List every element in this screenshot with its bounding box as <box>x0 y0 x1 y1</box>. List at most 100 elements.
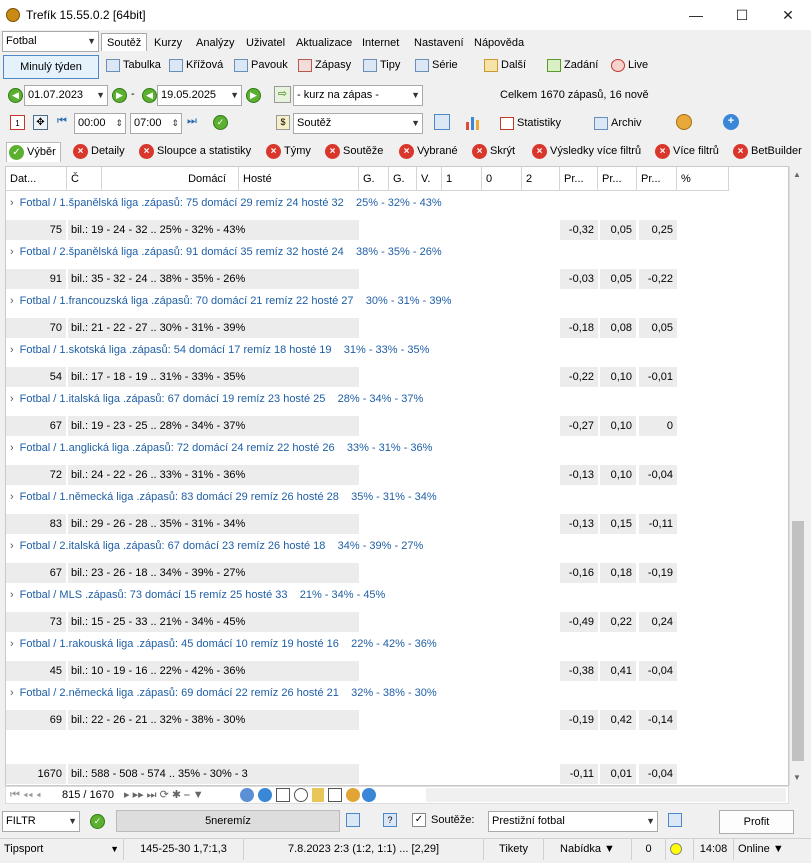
chevron-right-icon[interactable]: › <box>10 687 14 699</box>
tipy-button[interactable]: Tipy <box>363 55 400 75</box>
minimize-icon[interactable]: — <box>673 0 719 30</box>
menu-aktualizace[interactable]: Aktualizace <box>290 33 358 51</box>
tab-vice-filtru[interactable]: × Více filtrů <box>653 142 719 162</box>
expand-all-icon[interactable] <box>276 788 290 802</box>
menu-internet[interactable]: Internet <box>356 33 405 51</box>
chevron-right-icon[interactable]: › <box>10 197 14 209</box>
tabulka-button[interactable]: Tabulka <box>106 55 161 75</box>
filter-help-icon[interactable]: ? <box>383 813 397 827</box>
expand-icon[interactable]: ✥ <box>33 115 48 130</box>
menu-nastaveni[interactable]: Nastavení <box>408 33 470 51</box>
column-header-goals-home[interactable]: G. <box>359 167 389 191</box>
last-week-button[interactable]: Minulý týden <box>3 55 99 79</box>
column-header-home[interactable]: Domácí <box>102 167 239 191</box>
chevron-right-icon[interactable]: › <box>10 638 14 650</box>
filter-select[interactable]: FILTR ▼ <box>2 811 80 832</box>
scroll-thumb[interactable] <box>792 521 804 761</box>
chevron-right-icon[interactable]: › <box>10 393 14 405</box>
time-to-field[interactable]: 07:00 ⇕ <box>130 113 182 134</box>
vertical-scrollbar[interactable]: ▲ ▼ <box>789 166 806 786</box>
filter-name-button[interactable]: 5neremíz <box>116 810 340 832</box>
profit-button[interactable]: Profit <box>719 810 794 834</box>
time-from-field[interactable]: 00:00 ⇕ <box>74 113 126 134</box>
column-header-percent[interactable]: % <box>677 167 729 191</box>
menu-napoveda[interactable]: Nápověda <box>468 33 530 51</box>
serie-button[interactable]: Série <box>415 55 458 75</box>
filter-apply-icon[interactable] <box>346 813 360 827</box>
chevron-right-icon[interactable]: › <box>10 246 14 258</box>
spin-icon[interactable]: ⇕ <box>115 114 123 133</box>
date-prev-icon[interactable]: ◀ <box>8 88 23 103</box>
date-from-field[interactable]: 01.07.2023 ▼ <box>24 85 108 106</box>
confirm-time-icon[interactable]: ✓ <box>213 115 228 130</box>
spin-icon[interactable]: ⇕ <box>171 114 179 133</box>
scroll-down-icon[interactable]: ▼ <box>793 773 801 782</box>
souteze-apply-icon[interactable] <box>668 813 682 827</box>
skip-start-icon[interactable]: ⏮ <box>57 115 71 130</box>
column-header-pr3[interactable]: Pr... <box>637 167 677 191</box>
chevron-right-icon[interactable]: › <box>10 540 14 552</box>
sport-select[interactable]: Fotbal ▼ <box>2 31 99 52</box>
tab-vyber[interactable]: ✓ Výběr <box>6 142 61 162</box>
date-to-prev-icon[interactable]: ◀ <box>142 88 157 103</box>
chevron-right-icon[interactable]: › <box>10 491 14 503</box>
zapasy-button[interactable]: Zápasy <box>298 55 351 75</box>
menu-kurzy[interactable]: Kurzy <box>148 33 188 51</box>
group-row[interactable]: › Fotbal / 1.rakouská liga .zápasů: 45 do… <box>6 633 788 655</box>
odds-select[interactable]: - kurz na zápas - ▼ <box>293 85 423 106</box>
group-row[interactable]: › Fotbal / 1.italská liga .zápasů: 67 dom… <box>6 388 788 410</box>
chevron-right-icon[interactable]: › <box>10 442 14 454</box>
help-icon[interactable] <box>362 788 376 802</box>
filter-ok-icon[interactable]: ✓ <box>90 814 105 829</box>
online-button[interactable]: Online ▼ <box>734 839 811 860</box>
plus-icon[interactable]: + <box>723 114 739 130</box>
apply-odds-icon[interactable]: ⇨ <box>274 86 291 103</box>
pavouk-button[interactable]: Pavouk <box>234 55 288 75</box>
tab-betbuilder[interactable]: × BetBuilder <box>731 142 802 162</box>
date-to-next-icon[interactable]: ▶ <box>246 88 261 103</box>
archive-button[interactable]: Archiv <box>594 113 642 133</box>
tab-sloupce[interactable]: × Sloupce a statistiky <box>137 142 251 162</box>
chevron-right-icon[interactable]: › <box>10 344 14 356</box>
group-row[interactable]: › Fotbal / 2.italská liga .zápasů: 67 dom… <box>6 535 788 557</box>
competition-select[interactable]: Soutěž ▼ <box>293 113 423 134</box>
statistics-button[interactable]: Statistiky <box>500 113 561 133</box>
souteze-checkbox[interactable]: ✓ <box>412 813 426 827</box>
calendar-today-icon[interactable]: 1 <box>10 115 25 130</box>
column-header-odds-0[interactable]: 0 <box>482 167 522 191</box>
column-header-goals-away[interactable]: G. <box>389 167 417 191</box>
gear-icon[interactable] <box>294 788 308 802</box>
tab-skryt[interactable]: × Skrýt <box>470 142 515 162</box>
money-icon[interactable] <box>346 788 360 802</box>
coins-icon[interactable] <box>676 114 692 130</box>
group-row[interactable]: › Fotbal / 1.anglická liga .zápasů: 72 do… <box>6 437 788 459</box>
tab-vybrane[interactable]: × Vybrané <box>397 142 458 162</box>
column-header-number[interactable]: Č <box>67 167 102 191</box>
bar-chart-icon[interactable] <box>464 113 482 131</box>
skip-end-icon[interactable]: ⏭ <box>187 115 201 130</box>
nav-next-icon[interactable]: ▸ ▸▸ ⏭ ⟳ ✱ ⎯ ▼ <box>124 787 204 803</box>
nav-first-icon[interactable]: ⏮ ◂◂ ◂ <box>10 787 41 803</box>
bookmaker-select[interactable]: Tipsport ▼ <box>0 839 124 860</box>
group-row[interactable]: › Fotbal / 2.španělská liga .zápasů: 91 d… <box>6 241 788 263</box>
menu-analyzy[interactable]: Analýzy <box>190 33 241 51</box>
tab-tymy[interactable]: × Týmy <box>264 142 311 162</box>
column-header-odds-2[interactable]: 2 <box>522 167 560 191</box>
search-icon[interactable] <box>240 788 254 802</box>
column-header-date[interactable]: Dat... <box>6 167 67 191</box>
date-next-icon[interactable]: ▶ <box>112 88 127 103</box>
column-header-pr1[interactable]: Pr... <box>560 167 598 191</box>
chevron-right-icon[interactable]: › <box>10 589 14 601</box>
group-row[interactable]: › Fotbal / 1.francouzská liga .zápasů: 70… <box>6 290 788 312</box>
group-row[interactable]: › Fotbal / 2.německá liga .zápasů: 69 dom… <box>6 682 788 704</box>
group-row[interactable]: › Fotbal / 1.skotská liga .zápasů: 54 dom… <box>6 339 788 361</box>
dalsi-button[interactable]: Další <box>484 55 526 75</box>
add-filter-icon[interactable] <box>258 788 272 802</box>
tickets-button[interactable]: Tikety <box>484 839 544 860</box>
chevron-right-icon[interactable]: › <box>10 295 14 307</box>
zadani-button[interactable]: Zadání <box>547 55 598 75</box>
tab-souteze[interactable]: × Soutěže <box>323 142 383 162</box>
tab-vysledky[interactable]: × Výsledky více filtrů <box>530 142 641 162</box>
krizova-button[interactable]: Křížová <box>169 55 223 75</box>
checkbox-icon[interactable] <box>328 788 342 802</box>
